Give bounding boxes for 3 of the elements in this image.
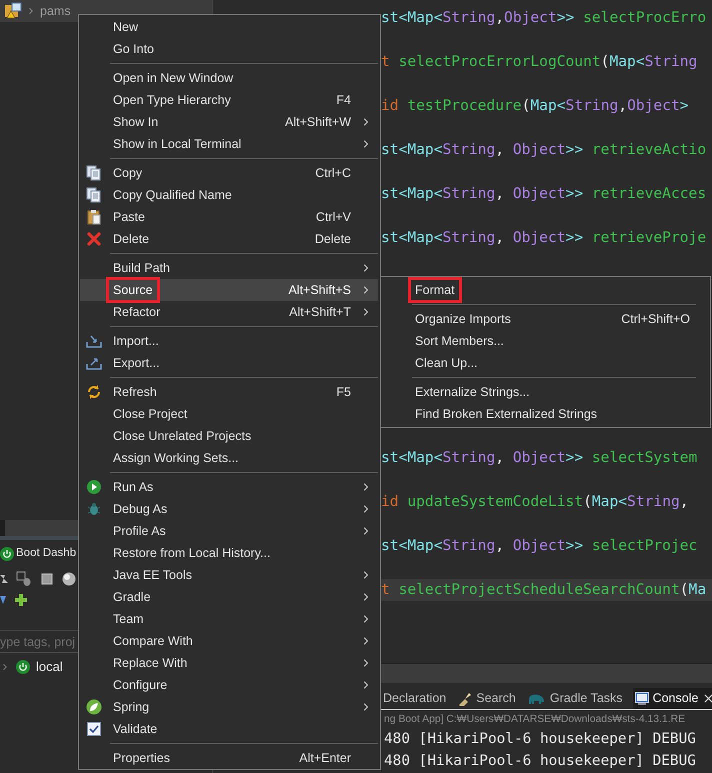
console-line: 480 [HikariPool-6 housekeeper] DEBUG	[384, 730, 696, 749]
launch-path: ng Boot App] C:₩Users₩DATARSE₩Downloads₩sts-4.13.1.RE	[384, 712, 686, 727]
console-line: 480 [HikariPool-6 housekeeper] DEBUG	[384, 752, 696, 771]
